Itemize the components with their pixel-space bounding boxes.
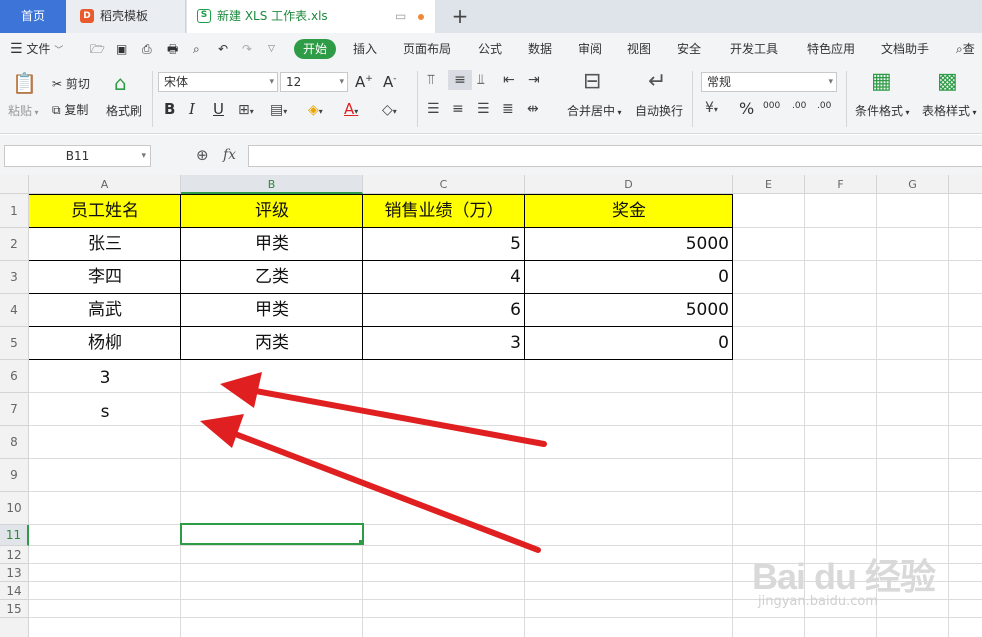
baidu-watermark: Bai du 经验 jingyan.baidu.com <box>752 548 936 609</box>
red-arrow-1 <box>220 372 547 447</box>
watermark-brand: Bai du 经验 <box>752 556 936 597</box>
annotation-arrows <box>200 372 547 553</box>
watermark-url: jingyan.baidu.com <box>758 594 878 609</box>
